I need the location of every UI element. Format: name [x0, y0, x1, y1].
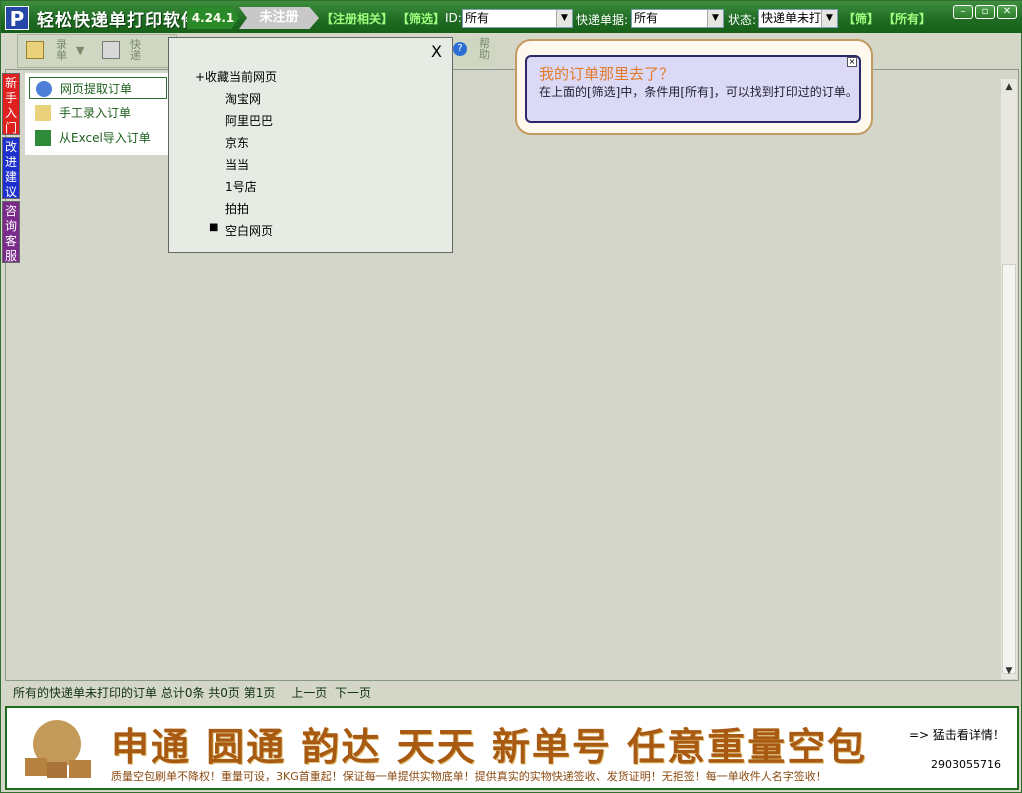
title-bar: P 轻松快递单打印软件 4.24.1 未注册 【注册相关】 【筛选】 ID: 所… — [1, 1, 1022, 33]
tab-label: 新手入门 — [4, 76, 17, 135]
bookmark-item[interactable]: 京东 — [225, 134, 249, 151]
chevron-down-icon: ▼ — [556, 10, 572, 27]
id-select[interactable]: 所有 ▼ — [462, 9, 573, 28]
tip-panel: 我的订单那里去了？ 在上面的[筛选]中，条件用[所有]，可以找到打印过的订单。 — [525, 55, 861, 123]
record-icon[interactable] — [26, 41, 44, 59]
globe-boxes-icon — [25, 720, 91, 778]
version-badge: 4.24.1 — [187, 7, 239, 29]
unregistered-badge[interactable]: 未注册 — [239, 7, 319, 29]
next-page-link[interactable]: 下一页 — [335, 686, 371, 700]
bookmark-current-page[interactable]: +收藏当前网页 — [195, 68, 277, 85]
menu-label: 网页提取订单 — [60, 82, 133, 96]
import-menu: 网页提取订单 手工录入订单 从Excel导入订单 — [25, 73, 171, 155]
selected-marker: ■ — [209, 222, 219, 233]
scroll-down-icon[interactable]: ▼ — [1001, 663, 1017, 679]
waybill-label: 快递单据: — [576, 13, 629, 27]
maximize-button[interactable]: ▫ — [975, 5, 995, 19]
status-select-value: 快递单未打 — [761, 11, 822, 25]
banner-qq-number[interactable]: 2903055716 — [931, 758, 1001, 771]
tab-label: 改进建议 — [4, 140, 17, 199]
help-area: ? 帮助 — [451, 36, 495, 66]
id-select-value: 所有 — [465, 11, 490, 25]
scroll-up-icon[interactable]: ▲ — [1001, 79, 1017, 95]
tip-title: 我的订单那里去了？ — [539, 65, 675, 83]
bookmark-item[interactable]: 当当 — [225, 156, 249, 173]
printer-icon[interactable] — [102, 41, 120, 59]
status-label: 状态: — [728, 13, 757, 27]
help-button[interactable]: 帮助 — [479, 38, 491, 60]
status-text: 所有的快递单未打印的订单 总计0条 共0页 第1页 — [13, 686, 276, 700]
app-logo: P — [5, 6, 29, 31]
chevron-down-icon: ▼ — [821, 10, 837, 27]
chevron-down-icon[interactable]: ▼ — [76, 45, 84, 56]
scroll-thumb[interactable] — [1002, 264, 1016, 674]
app-window: P 轻松快递单打印软件 4.24.1 未注册 【注册相关】 【筛选】 ID: 所… — [0, 0, 1022, 793]
tip-bubble: 我的订单那里去了？ 在上面的[筛选]中，条件用[所有]，可以找到打印过的订单。 … — [515, 39, 873, 135]
close-icon[interactable]: X — [431, 42, 442, 61]
window-controls: – ▫ ✕ — [953, 5, 1017, 19]
all-button[interactable]: 【所有】 — [883, 10, 931, 27]
chevron-down-icon: ▼ — [707, 10, 723, 27]
filter-button[interactable]: 【筛】 — [843, 10, 879, 27]
tab-suggestions[interactable]: 改进建议 — [2, 137, 20, 199]
bookmark-item[interactable]: 拍拍 — [225, 200, 249, 217]
help-icon[interactable]: ? — [453, 42, 467, 56]
status-bar: 所有的快递单未打印的订单 总计0条 共0页 第1页 上一页 下一页 — [5, 683, 1019, 703]
minimize-button[interactable]: – — [953, 5, 973, 19]
close-icon[interactable]: × — [847, 57, 857, 67]
menu-item-excel-import[interactable]: 从Excel导入订单 — [29, 127, 167, 149]
bookmark-item[interactable]: 淘宝网 — [225, 90, 261, 107]
menu-item-manual-entry[interactable]: 手工录入订单 — [29, 102, 167, 124]
banner-subtitle: 质量空包刷单不降权！重量可设，3KG首重起！保证每一单提供实物底单！提供真实的实… — [111, 770, 827, 783]
bookmark-popup: X +收藏当前网页 淘宝网 阿里巴巴 京东 当当 1号店 拍拍 ■ 空白网页 — [168, 37, 453, 253]
register-link[interactable]: 【注册相关】 — [321, 10, 393, 27]
ad-banner[interactable]: 申通 圆通 韵达 天天 新单号 任意重量空包 质量空包刷单不降权！重量可设，3K… — [5, 706, 1019, 790]
status-select[interactable]: 快递单未打 ▼ — [758, 9, 838, 28]
tab-customer-service[interactable]: 咨询客服 — [2, 201, 20, 263]
close-button[interactable]: ✕ — [997, 5, 1017, 19]
express-button[interactable]: 快递 — [130, 39, 142, 61]
tab-beginner-guide[interactable]: 新手入门 — [2, 73, 20, 135]
menu-item-web-import[interactable]: 网页提取订单 — [29, 77, 167, 99]
prev-page-link[interactable]: 上一页 — [291, 686, 327, 700]
waybill-select[interactable]: 所有 ▼ — [631, 9, 724, 28]
menu-label: 手工录入订单 — [59, 106, 132, 120]
vertical-scrollbar[interactable]: ▲ ▼ — [1001, 79, 1017, 679]
globe-icon — [36, 81, 52, 97]
banner-headline: 申通 圆通 韵达 天天 新单号 任意重量空包 — [111, 725, 868, 769]
waybill-select-value: 所有 — [634, 11, 659, 25]
toolbar: 录单 ▼ 快递 — [17, 34, 177, 68]
tip-text: 在上面的[筛选]中，条件用[所有]，可以找到打印过的订单。 — [539, 85, 858, 99]
record-button[interactable]: 录单 — [56, 39, 68, 61]
id-label: ID: — [445, 11, 462, 25]
bookmark-item[interactable]: 阿里巴巴 — [225, 112, 273, 129]
banner-details-link[interactable]: => 猛击看详情！ — [909, 726, 1005, 743]
edit-icon — [35, 105, 51, 121]
order-list-area[interactable] — [5, 69, 1019, 681]
tab-label: 咨询客服 — [4, 204, 17, 263]
bookmark-item-selected[interactable]: 空白网页 — [225, 222, 273, 239]
filter-link[interactable]: 【筛选】 — [397, 10, 445, 27]
excel-icon — [35, 130, 51, 146]
menu-label: 从Excel导入订单 — [59, 131, 151, 145]
app-title: 轻松快递单打印软件 — [37, 11, 199, 31]
bookmark-item[interactable]: 1号店 — [225, 178, 257, 195]
